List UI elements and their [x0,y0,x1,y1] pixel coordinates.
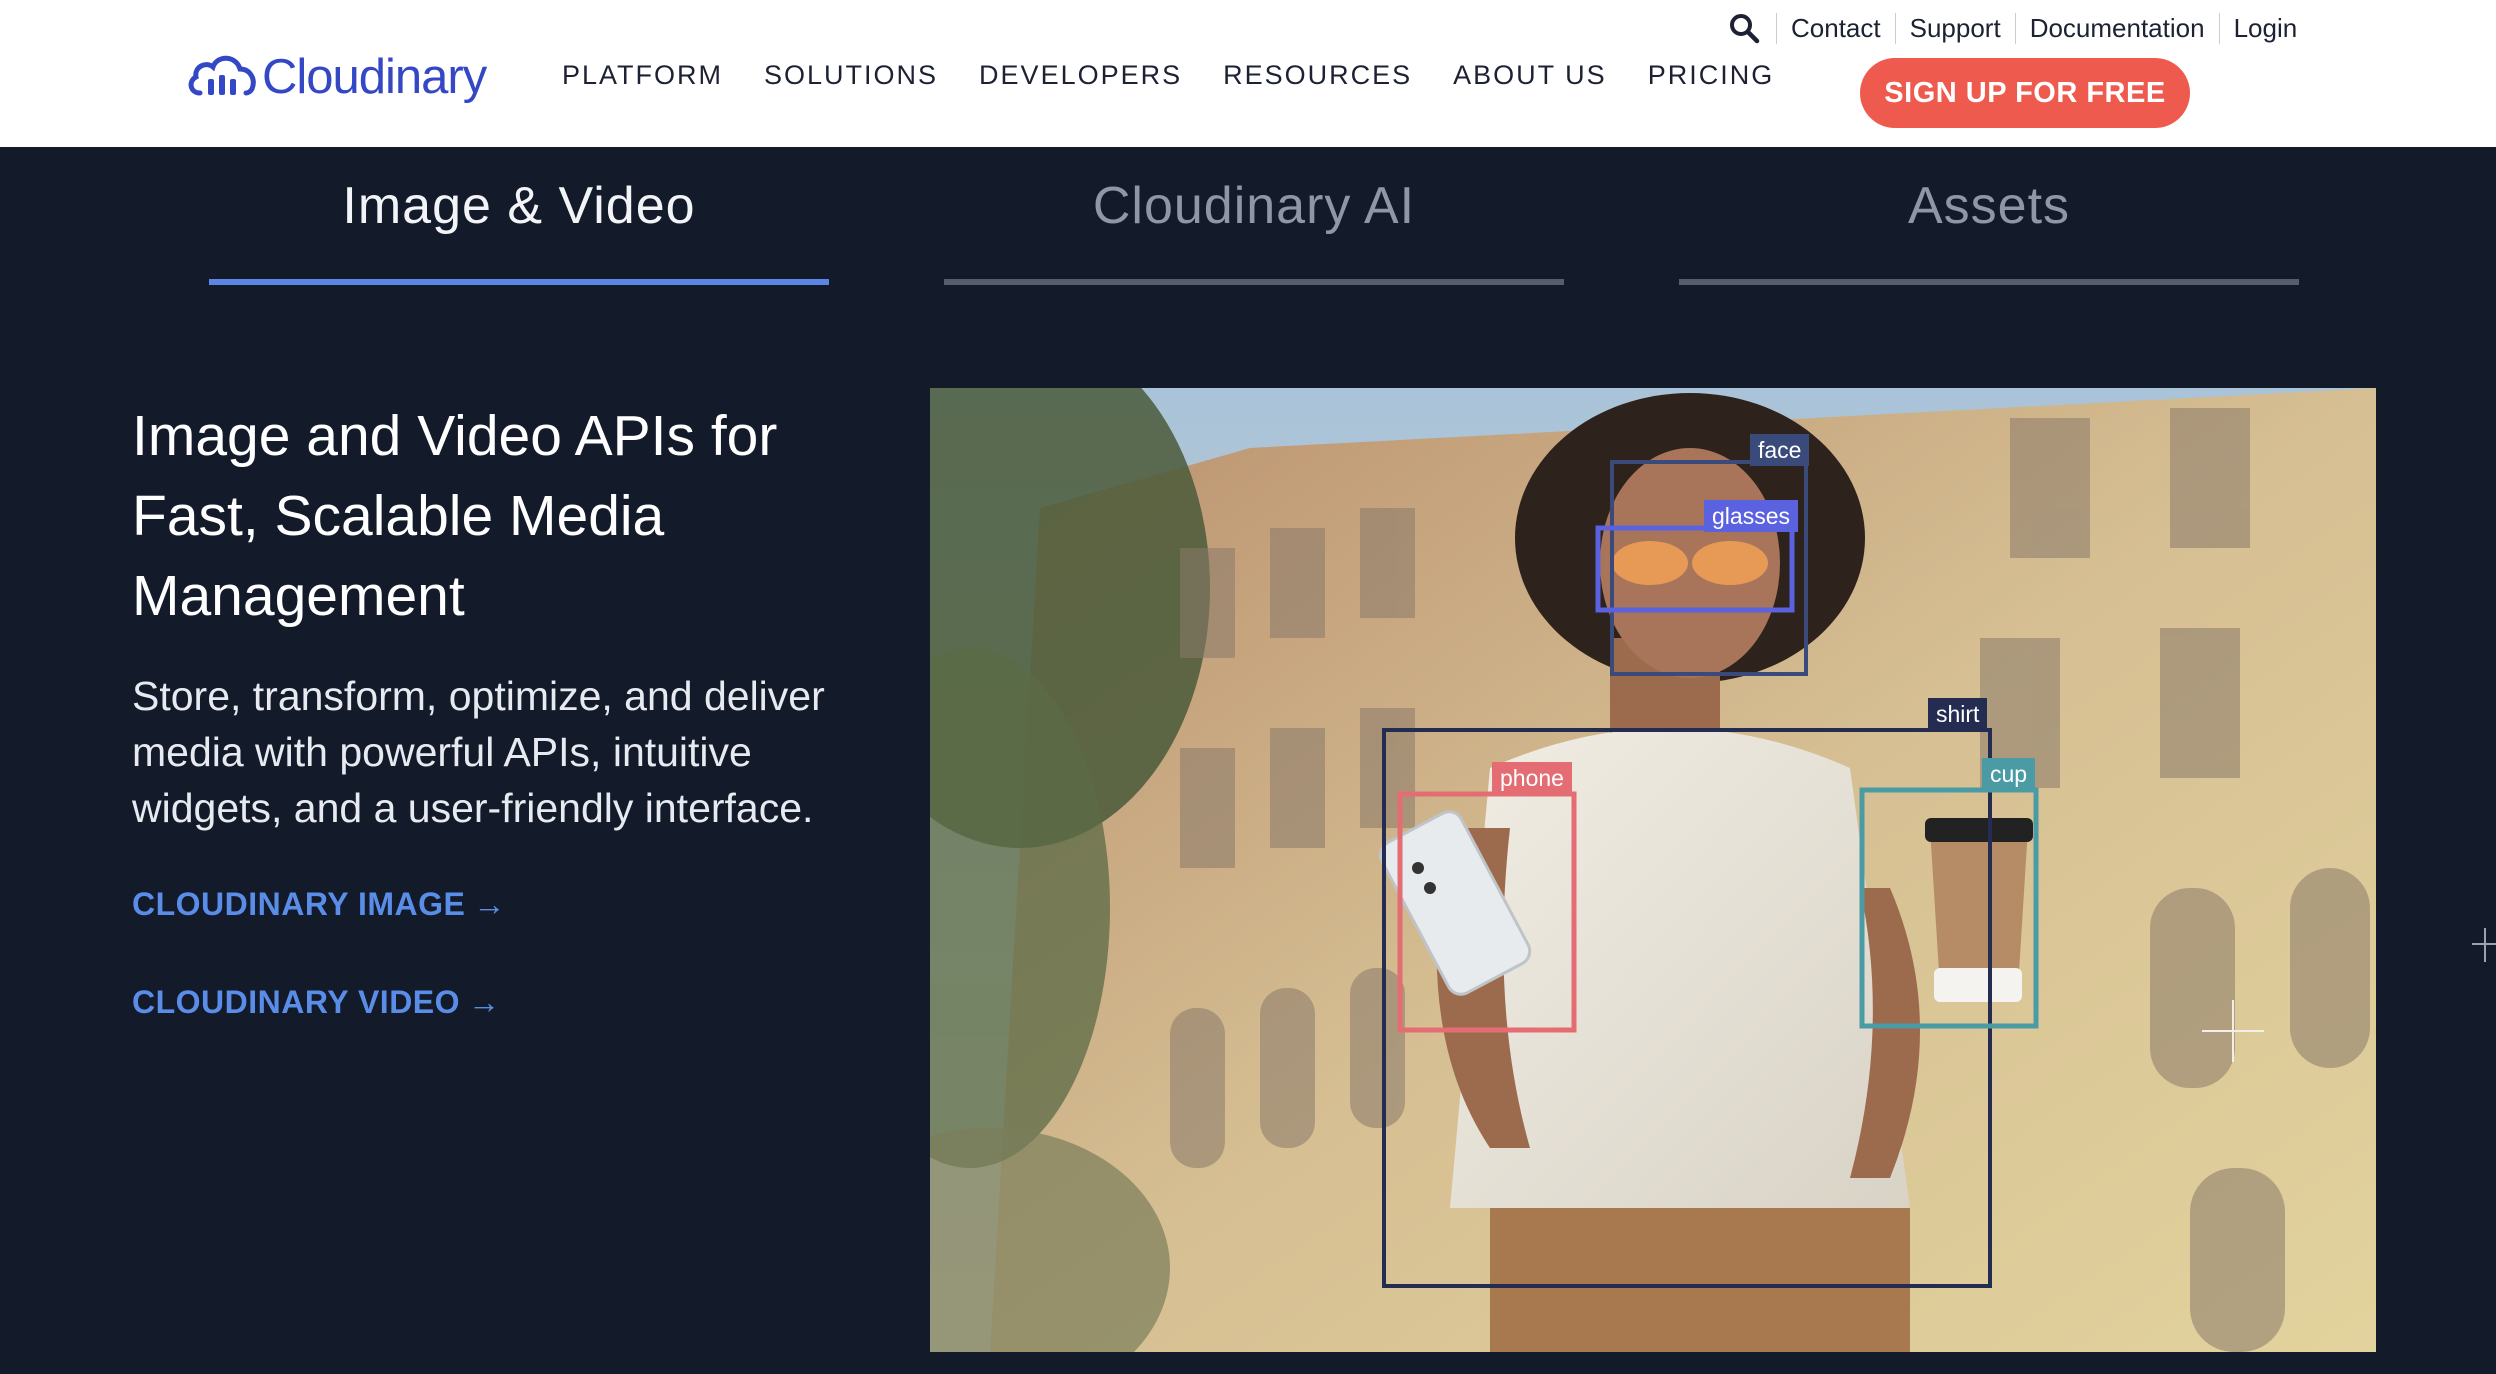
contact-link[interactable]: Contact [1776,12,1895,44]
site-header: Cloudinary PLATFORM SOLUTIONS DEVELOPERS… [0,0,2496,147]
nav-solutions[interactable]: SOLUTIONS [764,60,938,91]
tab-assets[interactable]: Assets [1679,176,2299,236]
support-link[interactable]: Support [1894,12,2015,44]
nav-developers[interactable]: DEVELOPERS [979,60,1182,91]
sign-up-button[interactable]: SIGN UP FOR FREE [1860,58,2190,128]
arrow-right-icon: → [468,984,501,1020]
subtext-line-2: media with powerful APIs, intuitive [132,729,752,775]
cloud-logo-icon [188,55,256,96]
hero-headline: Image and Video APIs for Fast, Scalable … [132,396,872,636]
headline-line-1: Image and Video APIs for [132,404,778,468]
subtext-line-3: widgets, and a user-friendly interface. [132,785,814,831]
documentation-link[interactable]: Documentation [2014,12,2219,44]
nav-resources[interactable]: RESOURCES [1223,60,1412,91]
nav-platform[interactable]: PLATFORM [562,60,723,91]
main-nav: PLATFORM SOLUTIONS DEVELOPERS RESOURCES … [562,60,1815,91]
arrow-right-icon: → [473,886,506,922]
tab-assets-indicator [1679,279,2299,285]
hero-image: face glasses shirt phone cup [930,388,2376,1352]
shirt-label: shirt [1928,698,1988,730]
cup-label: cup [1982,758,2036,790]
glasses-label: glasses [1704,500,1798,532]
cloudinary-logo[interactable]: Cloudinary [186,42,487,112]
utility-nav: Contact Support Documentation Login [1728,12,2311,44]
headline-line-3: Management [132,564,465,628]
login-link[interactable]: Login [2218,12,2312,44]
logo-text: Cloudinary [262,50,487,104]
hero-photo-illustration [930,388,2376,1352]
hero-subtext: Store, transform, optimize, and deliver … [132,668,852,836]
nav-about-us[interactable]: ABOUT US [1453,60,1607,91]
face-label: face [1750,434,1810,466]
tab-cloudinary-ai-indicator [944,279,1564,285]
cloudinary-image-link-label: CLOUDINARY IMAGE [132,886,466,922]
nav-pricing[interactable]: PRICING [1648,60,1775,91]
tab-image-video[interactable]: Image & Video [209,176,829,236]
search-icon[interactable] [1728,12,1762,44]
plus-marker-icon [2472,928,2496,962]
cloudinary-image-link[interactable]: CLOUDINARY IMAGE → [132,886,506,923]
phone-label: phone [1492,762,1572,794]
subtext-line-1: Store, transform, optimize, and deliver [132,673,825,719]
tab-cloudinary-ai[interactable]: Cloudinary AI [944,176,1564,236]
cloudinary-video-link-label: CLOUDINARY VIDEO [132,984,461,1020]
headline-line-2: Fast, Scalable Media [132,484,665,548]
cloudinary-video-link[interactable]: CLOUDINARY VIDEO → [132,984,501,1021]
tab-image-video-indicator [209,279,829,285]
